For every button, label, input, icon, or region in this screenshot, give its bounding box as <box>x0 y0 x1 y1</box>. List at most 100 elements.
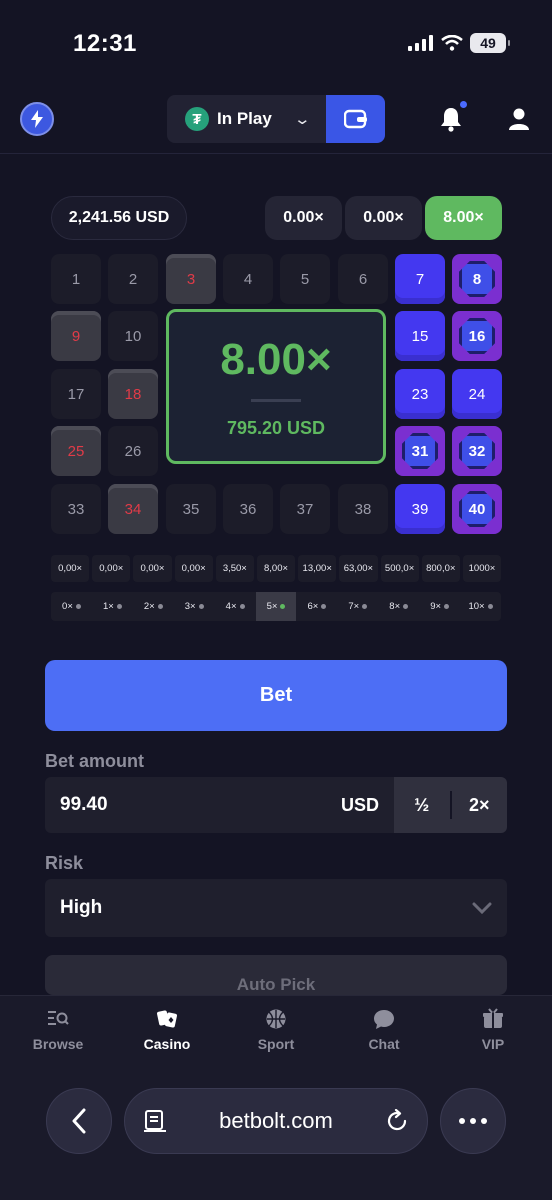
sport-icon <box>266 1009 286 1029</box>
grid-cell-15[interactable]: 15 <box>395 311 445 361</box>
result-divider <box>251 398 301 402</box>
grid-cell-3[interactable]: 3 <box>166 254 216 304</box>
history-multiplier: 0.00× <box>265 196 342 240</box>
grid-cell-1[interactable]: 1 <box>51 254 101 304</box>
grid-cell-34[interactable]: 34 <box>108 484 158 534</box>
tether-icon: ₮ <box>185 107 209 131</box>
payout-table: 0,00× 0,00× 0,00× 0,00× 3,50× 8,00× 13,00× 63,0… <box>51 555 502 582</box>
grid-cell-17[interactable]: 17 <box>51 369 101 419</box>
bet-amount-field[interactable]: 99.40 USD <box>45 777 394 833</box>
bet-button[interactable]: Bet <box>45 660 507 731</box>
casino-icon <box>157 1010 177 1028</box>
nav-chat[interactable]: Chat <box>344 1008 424 1052</box>
hits-cell: 8× <box>378 592 419 621</box>
gem-icon: 32 <box>459 433 495 469</box>
grid-cell-38[interactable]: 38 <box>338 484 388 534</box>
wallet-icon <box>343 109 367 129</box>
grid-cell-5[interactable]: 5 <box>280 254 330 304</box>
bet-currency: USD <box>340 794 379 815</box>
history-multiplier-win: 8.00× <box>425 196 502 240</box>
grid-cell-6[interactable]: 6 <box>338 254 388 304</box>
hits-label: 5× <box>266 601 278 612</box>
hits-dot <box>362 604 368 609</box>
grid-cell-35[interactable]: 35 <box>166 484 216 534</box>
grid-cell-7[interactable]: 7 <box>395 254 445 304</box>
nav-browse[interactable]: Browse <box>18 1008 98 1052</box>
grid-cell-8[interactable]: 8 <box>452 254 502 304</box>
grid-cell-2[interactable]: 2 <box>108 254 158 304</box>
more-dots-icon <box>459 1118 487 1124</box>
grid-cell-25[interactable]: 25 <box>51 426 101 476</box>
hits-cell: 2× <box>133 592 174 621</box>
nav-vip[interactable]: VIP <box>453 1008 533 1052</box>
hits-cell: 5× <box>255 592 297 621</box>
grid-cell-26[interactable]: 26 <box>108 426 158 476</box>
hits-label: 9× <box>430 601 442 612</box>
grid-cell-33[interactable]: 33 <box>51 484 101 534</box>
hits-dot <box>321 604 327 609</box>
nav-casino[interactable]: Casino <box>127 1008 207 1052</box>
hits-dot <box>444 604 450 609</box>
payout-cell: 0,00× <box>51 555 90 582</box>
grid-cell-9[interactable]: 9 <box>51 311 101 361</box>
battery-indicator: 49 <box>470 33 510 53</box>
nav-vip-label: VIP <box>481 1036 505 1052</box>
hits-dot <box>157 604 163 609</box>
header-divider <box>0 153 552 154</box>
gem-icon: 40 <box>459 491 495 527</box>
risk-value: High <box>60 897 103 918</box>
hits-label: 7× <box>348 601 360 612</box>
browser-more-button[interactable] <box>440 1088 506 1154</box>
grid-cell-10[interactable]: 10 <box>108 311 158 361</box>
risk-label: Risk <box>45 853 84 873</box>
grid-cell-16[interactable]: 16 <box>452 311 502 361</box>
hits-dot <box>116 604 122 609</box>
reload-icon[interactable] <box>385 1109 409 1133</box>
grid-cell-39[interactable]: 39 <box>395 484 445 534</box>
vip-icon <box>483 1008 503 1028</box>
play-mode-selector[interactable]: ₮ In Play ⌄ <box>167 95 327 143</box>
play-mode-label: In Play <box>217 109 272 128</box>
grid-cell-40[interactable]: 40 <box>452 484 502 534</box>
risk-select[interactable]: High <box>45 879 507 937</box>
result-payout: 795.20 USD <box>226 417 326 438</box>
bet-amount-value[interactable]: 99.40 <box>60 794 108 816</box>
grid-cell-23[interactable]: 23 <box>395 369 445 419</box>
hits-label: 4× <box>225 601 237 612</box>
hits-cell: 3× <box>174 592 215 621</box>
payout-cell: 800,0× <box>421 555 460 582</box>
browse-icon <box>48 1011 69 1025</box>
half-bet-button[interactable]: ½ <box>394 795 450 816</box>
payout-cell: 1000× <box>462 555 502 582</box>
bolt-logo-icon[interactable] <box>20 102 54 136</box>
page-menu-icon[interactable] <box>143 1109 167 1133</box>
grid-cell-24[interactable]: 24 <box>452 369 502 419</box>
grid-cell-31[interactable]: 31 <box>395 426 445 476</box>
hits-dot <box>198 604 204 609</box>
browser-back-button[interactable] <box>46 1088 112 1154</box>
nav-sport[interactable]: Sport <box>236 1008 316 1052</box>
grid-cell-18[interactable]: 18 <box>108 369 158 419</box>
hits-dot <box>239 604 245 609</box>
status-time: 12:31 <box>73 30 137 57</box>
wallet-button[interactable] <box>326 95 385 143</box>
notification-dot <box>460 101 467 108</box>
payout-cell: 8,00× <box>256 555 296 582</box>
browser-address-bar[interactable]: betbolt.com <box>124 1088 428 1154</box>
user-profile-icon[interactable] <box>508 107 530 131</box>
double-bet-button[interactable]: 2× <box>452 795 508 816</box>
grid-cell-4[interactable]: 4 <box>223 254 273 304</box>
grid-cell-37[interactable]: 37 <box>280 484 330 534</box>
hits-table: 0× 1× 2× 3× 4× 5× 6× 7× 8× 9× 10× <box>51 592 501 621</box>
history-multiplier: 0.00× <box>345 196 422 240</box>
auto-pick-button[interactable]: Auto Pick <box>45 955 507 995</box>
notification-bell-icon[interactable] <box>439 106 463 132</box>
status-icons: 49 <box>408 33 510 53</box>
hits-cell: 10× <box>460 592 501 621</box>
grid-cell-32[interactable]: 32 <box>452 426 502 476</box>
payout-cell: 0,00× <box>133 555 172 582</box>
payout-cell: 500,0× <box>380 555 419 582</box>
browser-url: betbolt.com <box>219 1108 333 1133</box>
grid-cell-36[interactable]: 36 <box>223 484 273 534</box>
payout-cell: 0,00× <box>92 555 131 582</box>
